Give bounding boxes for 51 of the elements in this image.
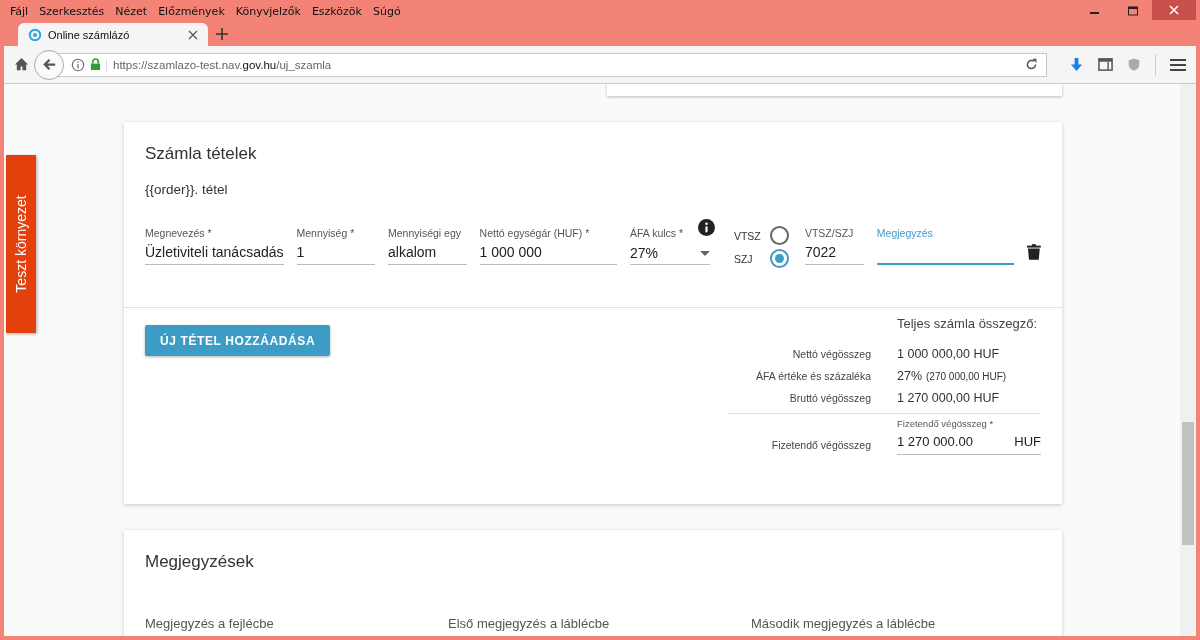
menu-icon[interactable] (1170, 57, 1186, 72)
menu-item[interactable]: Szerkesztés (39, 4, 105, 18)
site-icon (28, 27, 42, 42)
scrollbar[interactable] (1180, 84, 1196, 636)
summary-note: (270 000,00 HUF) (926, 371, 1007, 382)
environment-tab[interactable]: Teszt környezet (6, 155, 36, 333)
back-button[interactable] (34, 49, 64, 80)
new-tab-icon[interactable] (216, 28, 228, 40)
delete-icon[interactable] (1027, 244, 1041, 260)
field-label: Második megjegyzés a láblécbe (751, 616, 937, 631)
summary-label: Nettó végösszeg (791, 348, 871, 360)
reload-icon[interactable] (1025, 58, 1038, 71)
menu-item[interactable]: Előzmények (158, 4, 225, 18)
summary-title: Teljes számla összegző: (897, 316, 1039, 331)
close-icon[interactable] (188, 29, 198, 40)
menu-item[interactable]: Nézet (115, 4, 148, 18)
radio-button[interactable] (769, 249, 789, 268)
summary-label: ÁFA értéke és százaléka (755, 370, 871, 382)
text-field[interactable]: Mennyiségi egy alkalom (388, 227, 467, 265)
radio-label: VTSZ (733, 229, 762, 242)
summary-value: 1 000 000,00 HUF (897, 347, 1000, 361)
text-field[interactable]: Mennyiség * 1 (296, 227, 376, 265)
back-icon (41, 57, 57, 72)
sidebar-icon[interactable] (1098, 57, 1113, 72)
summary-label: Fizetendő végösszeg (770, 439, 871, 453)
card-title: Megjegyzések (145, 552, 255, 572)
radio-button[interactable] (769, 226, 789, 245)
download-icon[interactable] (1069, 57, 1084, 72)
payable-field[interactable]: Fizetendő végösszeg * 1 270 000.00 HUF (897, 418, 1041, 455)
menu-item[interactable]: Súgó (372, 4, 401, 18)
home-icon[interactable] (14, 57, 29, 72)
info-icon[interactable] (697, 219, 715, 236)
lock-icon (90, 58, 101, 71)
browser-tab[interactable]: Online számlázó (18, 23, 208, 46)
maximize-icon[interactable] (1128, 6, 1138, 16)
summary-label: Bruttó végösszeg (788, 392, 871, 404)
card-title: Számla tételek (145, 144, 258, 164)
field-label: Megjegyzés a fejlécbe (145, 616, 275, 631)
text-field[interactable]: Megnevezés * Üzletiviteli tanácsadás (145, 227, 284, 265)
radio-label: SZJ (733, 252, 754, 265)
menu-item[interactable]: Könyvjelzők (235, 4, 301, 18)
close-icon (1169, 5, 1179, 15)
text-field[interactable]: VTSZ/SZJ 7022 (804, 227, 864, 265)
text-field[interactable]: Nettó egységár (HUF) * 1 000 000 (479, 227, 617, 265)
menu-item[interactable]: Eszközök (311, 4, 362, 18)
field-label: Első megjegyzés a láblécbe (448, 616, 611, 631)
summary-value: 27% (897, 369, 923, 383)
menu-item[interactable]: Fájl (10, 4, 29, 18)
item-heading: {{order}}. tétel (145, 182, 229, 197)
caret-icon (699, 250, 710, 256)
summary-value: 1 270 000,00 HUF (897, 391, 1000, 405)
